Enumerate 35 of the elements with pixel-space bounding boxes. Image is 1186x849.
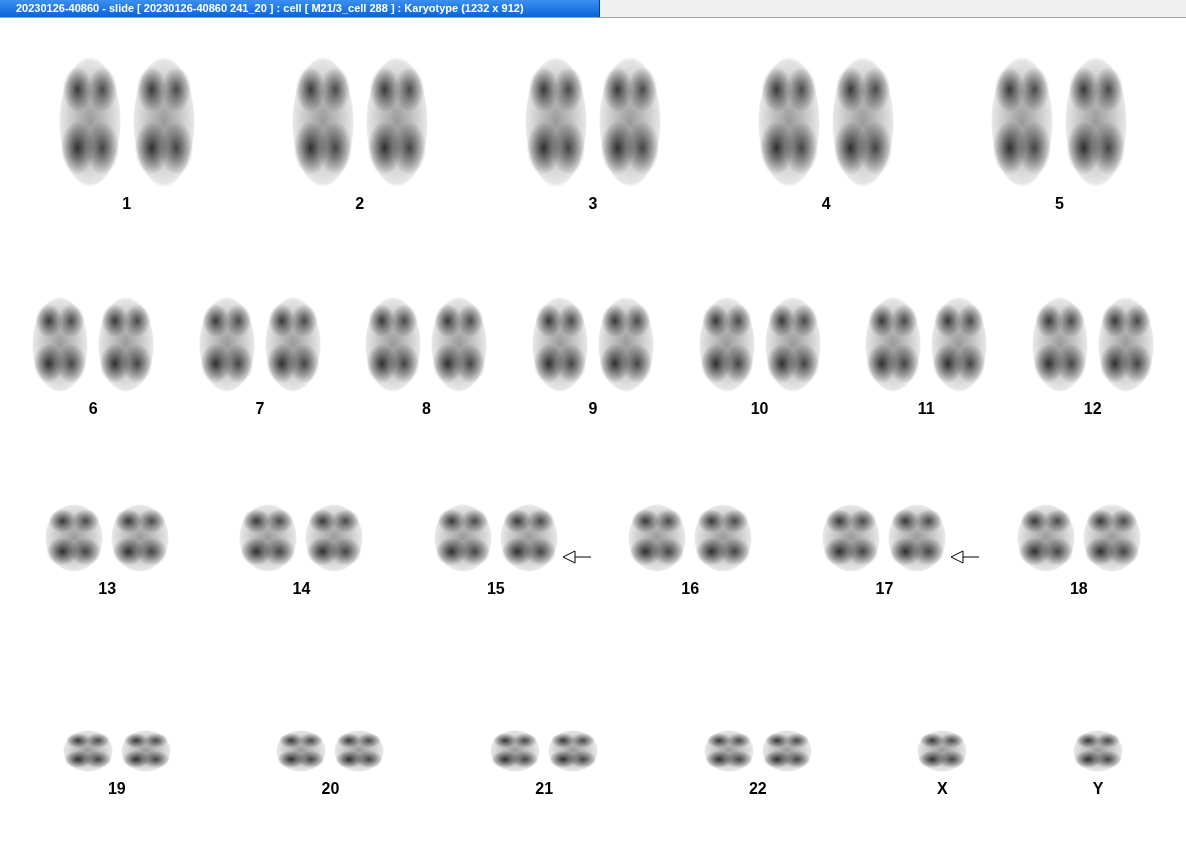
chromosome-drawing <box>334 730 385 772</box>
chromosome-number: 6 <box>88 400 98 418</box>
chromosome-drawing <box>761 730 812 772</box>
chromosome-number: Y <box>1092 780 1104 798</box>
chromosome-number: 9 <box>588 400 598 418</box>
chromosome-number: 19 <box>107 780 126 798</box>
chromosome-drawing <box>703 730 754 772</box>
chromosome-number: 17 <box>875 580 894 598</box>
chromosome-drawing <box>548 730 599 772</box>
chromosome-number: 14 <box>292 580 311 598</box>
chromosome-number: 20 <box>321 780 340 798</box>
chromosome-number: 11 <box>917 400 935 418</box>
window-title: 20230126-40860 - slide [ 20230126-40860 241_20 ] : cell [ M21/3_cell 288 ] : Karyotype (1232 x 912) <box>0 0 600 17</box>
chromosome-number: 13 <box>98 580 117 598</box>
chromosome-number: 1 <box>122 195 132 213</box>
chromosome-number: 18 <box>1069 580 1088 598</box>
chromosome-number: 22 <box>748 780 767 798</box>
chromosome-number: 8 <box>421 400 431 418</box>
chromosome-number: 10 <box>750 400 769 418</box>
chromosome-drawing <box>120 730 171 772</box>
chromosome-number: 3 <box>588 195 598 213</box>
chromosome-drawing <box>62 730 113 772</box>
chromosome-drawing <box>490 730 541 772</box>
chromosome-drawing <box>917 730 968 772</box>
chromosome-number: 12 <box>1083 400 1102 418</box>
chromosome-drawing <box>276 730 327 772</box>
chromosome-number: 5 <box>1054 195 1064 213</box>
chromosome-number: 21 <box>535 780 554 798</box>
chromosome-number: 4 <box>821 195 831 213</box>
chromosome-number: 7 <box>255 400 265 418</box>
chromosome-drawing <box>1073 730 1124 772</box>
chromosome-number: 16 <box>681 580 700 598</box>
chromosome-number: 15 <box>486 580 505 598</box>
chromosome-number: 2 <box>355 195 365 213</box>
chromosome-number: X <box>937 780 948 798</box>
